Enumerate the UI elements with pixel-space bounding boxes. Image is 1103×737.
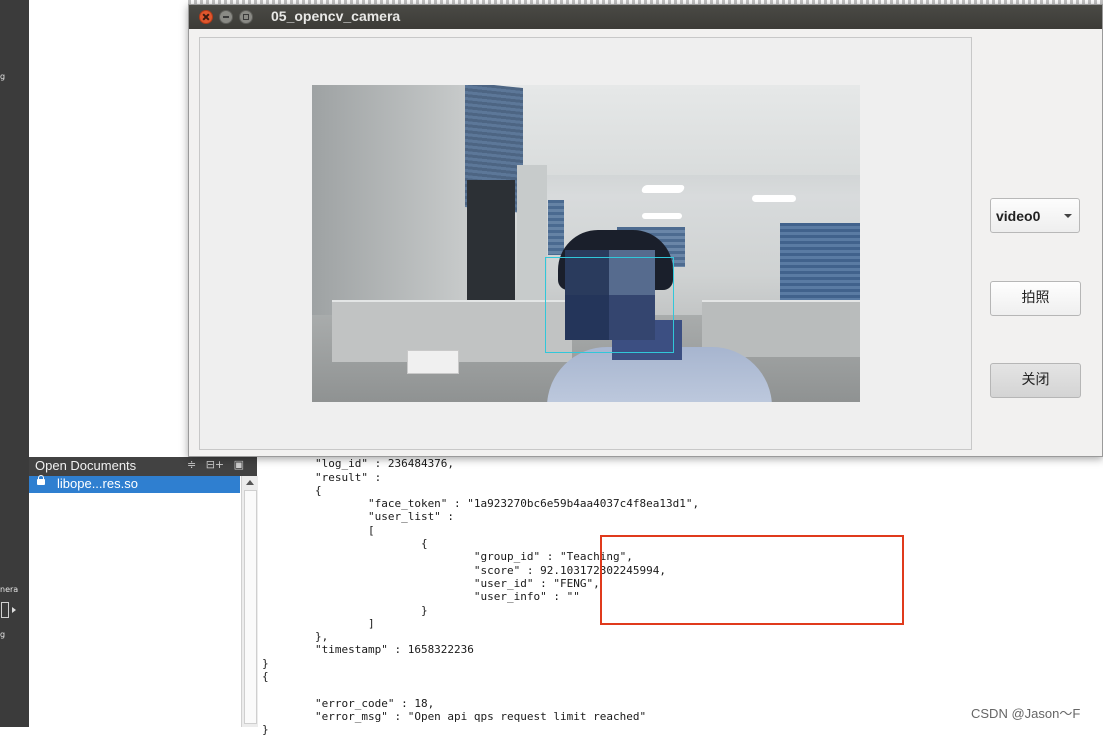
title-bar[interactable]: 05_opencv_camera — [189, 5, 1102, 29]
run-arrow-icon[interactable] — [12, 607, 16, 613]
window-title: 05_opencv_camera — [271, 8, 401, 24]
split-icon[interactable]: ⊟+ — [206, 458, 224, 471]
face-detection-box — [545, 257, 674, 353]
lock-icon — [37, 475, 45, 485]
scroll-up-icon[interactable] — [246, 480, 254, 485]
open-documents-tools: ≑ ⊟+ ▣ — [187, 458, 250, 471]
scroll-thumb[interactable] — [244, 490, 257, 724]
highlight-box — [600, 535, 904, 625]
camera-window: 05_opencv_camera video0 拍照 关闭 — [188, 4, 1103, 457]
close-panel-icon[interactable]: ▣ — [234, 458, 244, 471]
camera-feed — [312, 85, 860, 402]
camera-select[interactable]: video0 — [990, 198, 1080, 233]
close-button[interactable]: 关闭 — [990, 363, 1081, 398]
list-item[interactable]: libope...res.so — [29, 475, 240, 493]
side-label: g — [0, 72, 6, 81]
open-documents-header: Open Documents ≑ ⊟+ ▣ — [29, 457, 257, 476]
take-photo-button[interactable]: 拍照 — [990, 281, 1081, 316]
sort-icon[interactable]: ≑ — [187, 458, 196, 471]
side-label: nera — [0, 585, 19, 594]
window-maximize-icon[interactable] — [239, 10, 253, 24]
camera-select-value: video0 — [996, 208, 1041, 224]
watermark: CSDN @Jason～F — [971, 706, 1081, 721]
run-config-icon[interactable] — [1, 602, 9, 618]
window-minimize-icon[interactable] — [219, 10, 233, 24]
window-close-icon[interactable] — [199, 10, 213, 24]
side-label: g — [0, 630, 6, 639]
list-scrollbar[interactable] — [241, 476, 258, 727]
document-name: libope...res.so — [57, 476, 138, 491]
open-documents-list: libope...res.so — [29, 475, 240, 727]
open-documents-title: Open Documents — [35, 458, 137, 473]
chevron-down-icon — [1064, 214, 1072, 218]
ide-side-strip: g nera g — [0, 0, 29, 727]
